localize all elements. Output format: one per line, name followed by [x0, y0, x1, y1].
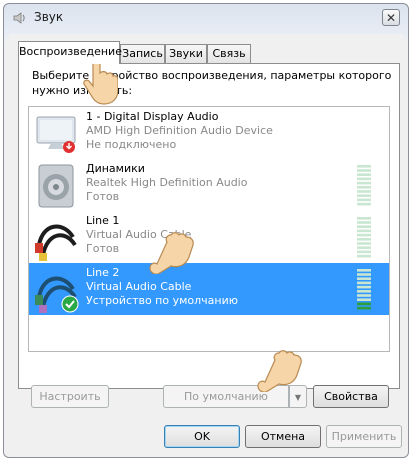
volume-meter: [357, 165, 371, 206]
device-status: Не подключено: [86, 138, 177, 151]
device-text: Динамики Realtek High Definition Audio Г…: [86, 162, 247, 204]
apply-button[interactable]: Применить: [326, 425, 402, 448]
tab-playback[interactable]: Воспроизведение: [18, 41, 122, 64]
device-item-line1[interactable]: Line 1 Virtual Audio Cable Готов: [29, 211, 389, 263]
meter-segment: [357, 302, 371, 306]
tab-sounds[interactable]: Звуки: [165, 44, 207, 63]
meter-segment: [357, 277, 371, 280]
meter-segment: [357, 285, 371, 289]
volume-meter: [357, 269, 371, 310]
meter-segment: [357, 198, 371, 202]
tab-recording[interactable]: Запись: [120, 44, 165, 63]
sound-dialog: Звук ✕ Воспроизведение Запись Звуки Связ…: [3, 3, 409, 458]
meter-segment: [357, 229, 371, 233]
meter-segment: [357, 190, 371, 193]
device-item-speakers[interactable]: Динамики Realtek High Definition Audio Г…: [29, 159, 389, 211]
meter-segment: [357, 250, 371, 254]
meter-segment: [357, 298, 371, 301]
meter-segment: [357, 225, 371, 228]
meter-segment: [357, 221, 371, 224]
properties-button[interactable]: Свойства: [313, 385, 389, 408]
dialog-client: Воспроизведение Запись Звуки Связь Выбер…: [9, 34, 403, 452]
configure-button[interactable]: Настроить: [31, 385, 109, 408]
meter-segment: [357, 238, 371, 241]
monitor-icon: [36, 116, 76, 153]
device-driver: Realtek High Definition Audio: [86, 176, 248, 189]
audio-cable-icon: [35, 224, 77, 261]
speaker-title-icon: [13, 12, 25, 24]
device-name: Динамики: [86, 162, 145, 175]
tab-communications[interactable]: Связь: [207, 44, 251, 63]
device-item-line2[interactable]: Line 2 Virtual Audio Cable Устройство по…: [29, 263, 389, 315]
meter-segment: [357, 306, 371, 310]
meter-segment: [357, 194, 371, 197]
meter-segment: [357, 217, 371, 220]
audio-cable-default-icon: [35, 276, 79, 313]
device-text: 1 - Digital Display Audio AMD High Defin…: [86, 110, 273, 152]
close-icon: ✕: [385, 11, 397, 25]
playback-panel: Выберите устройство воспроизведения, пар…: [18, 63, 400, 389]
volume-meter: [357, 217, 371, 258]
cancel-button[interactable]: Отмена: [245, 425, 321, 448]
meter-segment: [357, 294, 371, 297]
meter-segment: [357, 290, 371, 293]
meter-segment: [357, 169, 371, 172]
speaker-icon: [38, 164, 74, 208]
meter-segment: [357, 242, 371, 245]
window-title: Звук: [34, 10, 64, 24]
device-status: Устройство по умолчанию: [86, 294, 239, 307]
pointing-hand-icon: [257, 350, 302, 392]
meter-segment: [357, 269, 371, 272]
device-status: Готов: [86, 190, 120, 203]
meter-segment: [357, 177, 371, 181]
ok-button[interactable]: OK: [164, 425, 240, 448]
pointing-hand-icon: [149, 232, 194, 274]
device-item-digital-display[interactable]: 1 - Digital Display Audio AMD High Defin…: [29, 107, 389, 159]
device-driver: AMD High Definition Audio Device: [86, 124, 273, 137]
device-list[interactable]: 1 - Digital Display Audio AMD High Defin…: [28, 106, 390, 352]
meter-segment: [357, 202, 371, 206]
meter-segment: [357, 165, 371, 168]
meter-segment: [357, 233, 371, 237]
device-driver: Virtual Audio Cable: [86, 280, 192, 293]
meter-segment: [357, 173, 371, 176]
meter-segment: [357, 181, 371, 185]
chevron-down-icon: ▼: [294, 393, 302, 402]
title-bar[interactable]: Звук ✕: [4, 4, 408, 32]
meter-segment: [357, 246, 371, 249]
close-button[interactable]: ✕: [382, 9, 400, 26]
meter-segment: [357, 281, 371, 285]
meter-segment: [357, 254, 371, 258]
device-name: 1 - Digital Display Audio: [86, 110, 219, 123]
meter-segment: [357, 186, 371, 189]
meter-segment: [357, 273, 371, 276]
